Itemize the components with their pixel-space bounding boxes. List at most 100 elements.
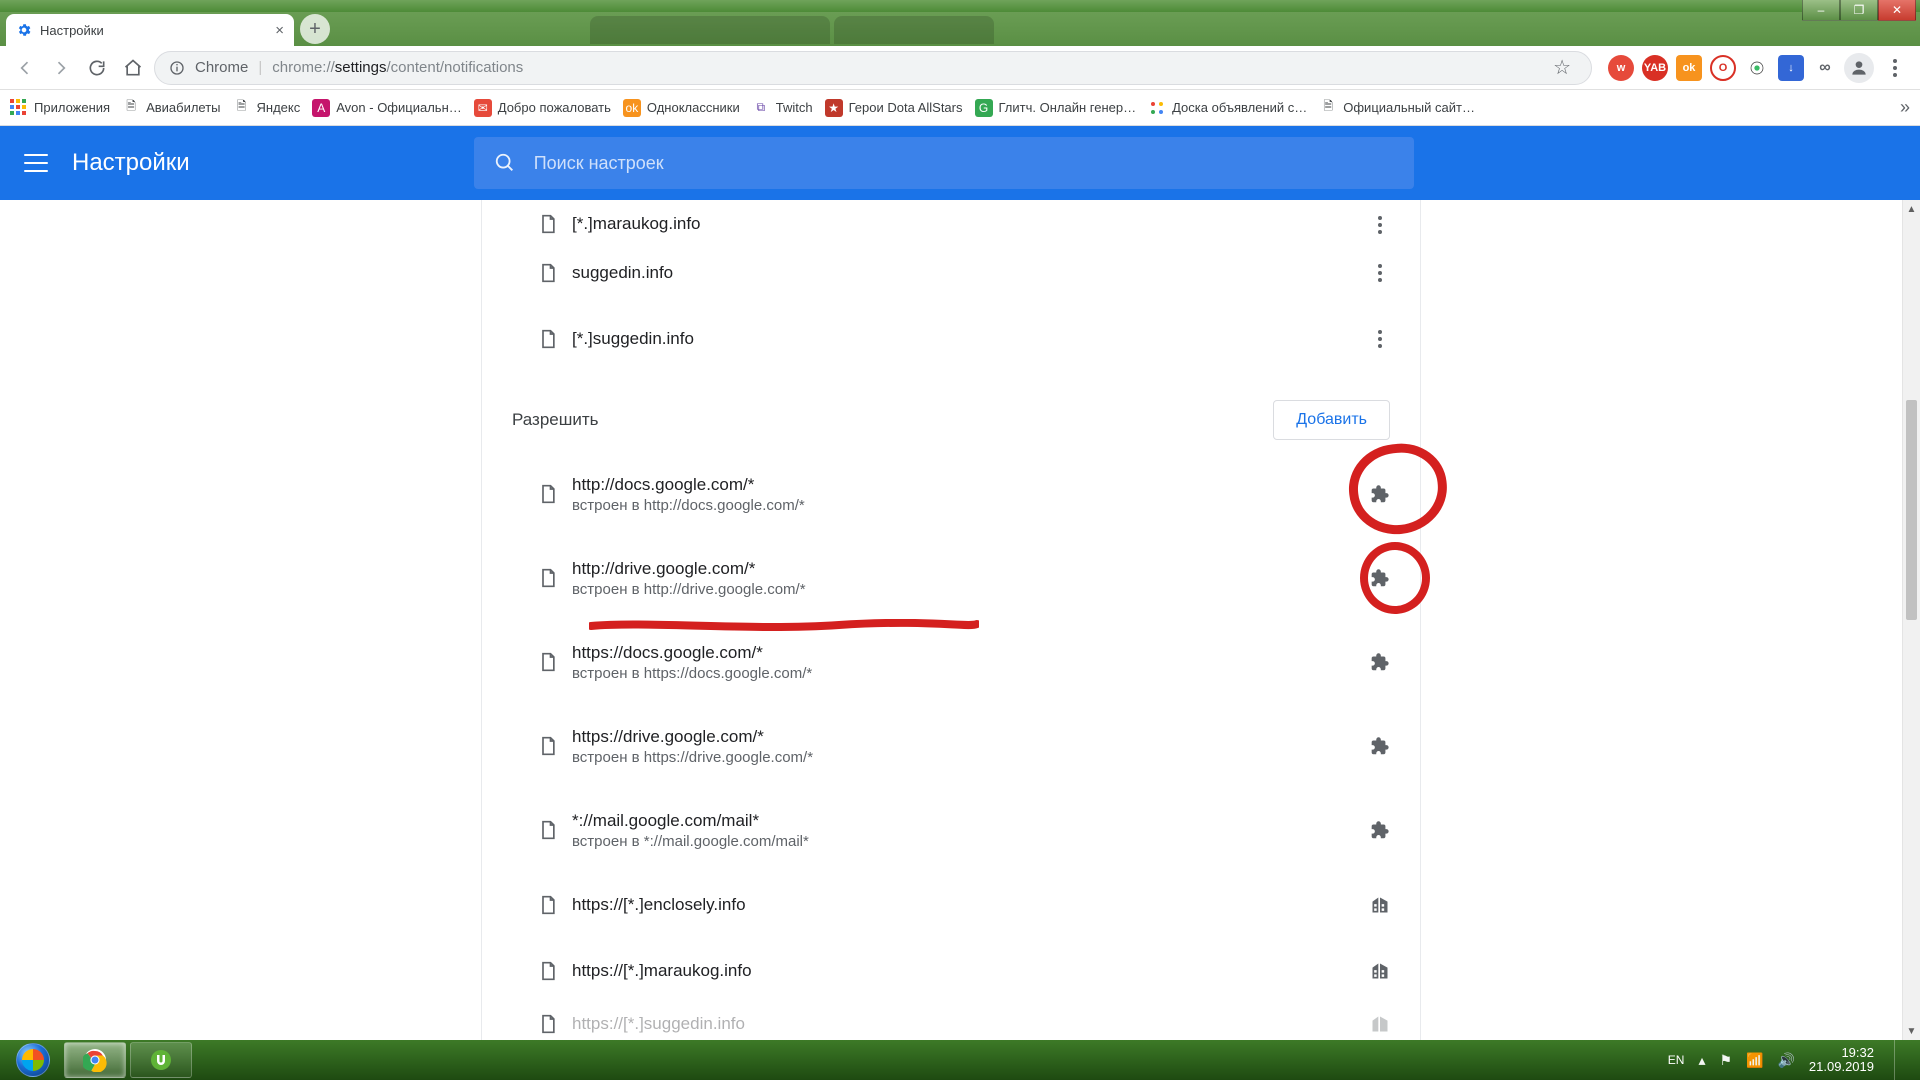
new-tab-button[interactable]: + — [300, 14, 330, 44]
extension-icon[interactable]: YAB — [1642, 55, 1668, 81]
page-icon — [538, 568, 558, 588]
window-minimize-button[interactable]: – — [1802, 0, 1840, 21]
window-maximize-button[interactable]: ❐ — [1840, 0, 1878, 21]
page-icon — [538, 736, 558, 756]
site-url-label: [*.]suggedin.info — [572, 329, 694, 349]
add-site-button[interactable]: Добавить — [1273, 400, 1390, 440]
windows-orb-icon — [16, 1043, 50, 1077]
favicon-icon: A — [312, 99, 330, 117]
menu-button[interactable] — [24, 154, 48, 172]
browser-tab-active[interactable]: Настройки × — [6, 14, 294, 46]
bookmark-item[interactable]: Доска объявлений с… — [1148, 99, 1307, 117]
bookmark-item[interactable]: okОдноклассники — [623, 99, 740, 117]
page-icon — [538, 329, 558, 349]
bookmark-item[interactable]: 🗎Яндекс — [233, 99, 301, 117]
reload-button[interactable] — [82, 53, 112, 83]
bookmark-item[interactable]: GГлитч. Онлайн генер… — [975, 99, 1137, 117]
bookmark-item[interactable]: ✉Добро пожаловать — [474, 99, 611, 117]
back-button[interactable] — [10, 53, 40, 83]
page-icon — [538, 652, 558, 672]
site-row[interactable]: http://docs.google.com/* встроен в http:… — [482, 452, 1420, 536]
tray-volume-icon[interactable]: 🔊 — [1777, 1052, 1794, 1069]
bookmark-star-icon[interactable]: ☆ — [1553, 55, 1571, 80]
bookmark-item[interactable]: 🗎Авиабилеты — [122, 99, 220, 117]
vertical-scrollbar[interactable]: ▲ ▼ — [1902, 200, 1920, 1040]
row-menu-button[interactable] — [1370, 330, 1390, 348]
site-row[interactable]: https://[*.]enclosely.info — [482, 872, 1420, 938]
background-tab[interactable] — [590, 16, 830, 44]
extension-icon[interactable]: w — [1608, 55, 1634, 81]
site-row[interactable]: [*.]suggedin.info — [482, 306, 1420, 372]
extension-icon[interactable]: ∞ — [1812, 55, 1838, 81]
site-row[interactable]: suggedin.info — [482, 240, 1420, 306]
extension-icon[interactable]: ok — [1676, 55, 1702, 81]
omnibox[interactable]: Chrome | chrome://settings/content/notif… — [154, 51, 1592, 85]
show-desktop-button[interactable] — [1894, 1040, 1906, 1080]
home-button[interactable] — [118, 53, 148, 83]
tray-clock[interactable]: 19:32 21.09.2019 — [1809, 1046, 1874, 1074]
site-embed-label: встроен в http://drive.google.com/* — [572, 581, 806, 598]
profile-avatar-button[interactable] — [1844, 53, 1874, 83]
background-tab[interactable] — [834, 16, 994, 44]
taskbar-app-chrome[interactable] — [64, 1042, 126, 1078]
site-row[interactable]: http://drive.google.com/* встроен в http… — [482, 536, 1420, 620]
tray-time: 19:32 — [1809, 1046, 1874, 1060]
bookmark-item[interactable]: 🗎Официальный сайт… — [1319, 99, 1475, 117]
site-row[interactable]: https://docs.google.com/* встроен в http… — [482, 620, 1420, 704]
policy-icon[interactable] — [1370, 895, 1390, 915]
page-icon — [538, 895, 558, 915]
extension-icon[interactable] — [1368, 567, 1390, 589]
site-url-label: https://[*.]suggedin.info — [572, 1014, 745, 1034]
page-icon — [538, 1014, 558, 1034]
site-row[interactable]: https://drive.google.com/* встроен в htt… — [482, 704, 1420, 788]
site-row[interactable]: *://mail.google.com/mail* встроен в *://… — [482, 788, 1420, 872]
policy-icon[interactable] — [1370, 961, 1390, 981]
extension-icon[interactable] — [1368, 735, 1390, 757]
site-row[interactable]: https://[*.]maraukog.info — [482, 938, 1420, 1004]
site-row[interactable]: [*.]maraukog.info — [482, 200, 1420, 240]
bookmark-item[interactable]: ★Герои Dota AllStars — [825, 99, 963, 117]
bookmark-item[interactable]: ⧉Twitch — [752, 99, 813, 117]
settings-search[interactable] — [474, 137, 1414, 189]
window-close-button[interactable]: ✕ — [1878, 0, 1916, 21]
site-embed-label: встроен в http://docs.google.com/* — [572, 497, 805, 514]
scrollbar-down-button[interactable]: ▼ — [1903, 1022, 1920, 1040]
browser-menu-button[interactable] — [1880, 53, 1910, 83]
site-row[interactable]: https://[*.]suggedin.info — [482, 1004, 1420, 1040]
bookmark-item[interactable]: AAvon - Официальн… — [312, 99, 462, 117]
site-info-icon[interactable] — [169, 60, 185, 76]
favicon-icon — [1148, 99, 1166, 117]
page-icon — [538, 214, 558, 234]
apps-shortcut[interactable]: Приложения — [10, 99, 110, 117]
apps-icon — [10, 99, 28, 117]
row-menu-button[interactable] — [1370, 216, 1390, 234]
tray-language-indicator[interactable]: EN — [1668, 1053, 1685, 1067]
tray-flag-icon[interactable]: ⚑ — [1719, 1052, 1732, 1069]
tray-show-hidden-icon[interactable]: ▴ — [1698, 1052, 1705, 1069]
page-icon — [538, 484, 558, 504]
extension-icon[interactable] — [1368, 819, 1390, 841]
page-icon: 🗎 — [1319, 99, 1337, 117]
tab-close-button[interactable]: × — [275, 22, 284, 39]
bookmarks-overflow-button[interactable]: » — [1900, 97, 1910, 118]
start-button[interactable] — [6, 1040, 60, 1080]
tray-network-icon[interactable]: 📶 — [1746, 1052, 1763, 1069]
browser-tabstrip: Настройки × + — [0, 12, 1920, 46]
forward-button[interactable] — [46, 53, 76, 83]
extension-icon[interactable] — [1368, 651, 1390, 673]
site-embed-label: встроен в https://drive.google.com/* — [572, 749, 813, 766]
policy-icon[interactable] — [1370, 1014, 1390, 1034]
scrollbar-thumb[interactable] — [1906, 400, 1917, 620]
settings-search-input[interactable] — [534, 153, 1394, 174]
favicon-icon: ✉ — [474, 99, 492, 117]
page-icon: 🗎 — [233, 99, 251, 117]
taskbar-app-utorrent[interactable] — [130, 1042, 192, 1078]
extension-icon[interactable]: ↓ — [1778, 55, 1804, 81]
extension-icon[interactable] — [1368, 483, 1390, 505]
row-menu-button[interactable] — [1370, 264, 1390, 282]
extension-icon[interactable] — [1744, 55, 1770, 81]
site-url-label: https://docs.google.com/* — [572, 643, 812, 663]
scrollbar-up-button[interactable]: ▲ — [1903, 200, 1920, 218]
extension-icon[interactable]: O — [1710, 55, 1736, 81]
site-url-label: http://docs.google.com/* — [572, 475, 805, 495]
